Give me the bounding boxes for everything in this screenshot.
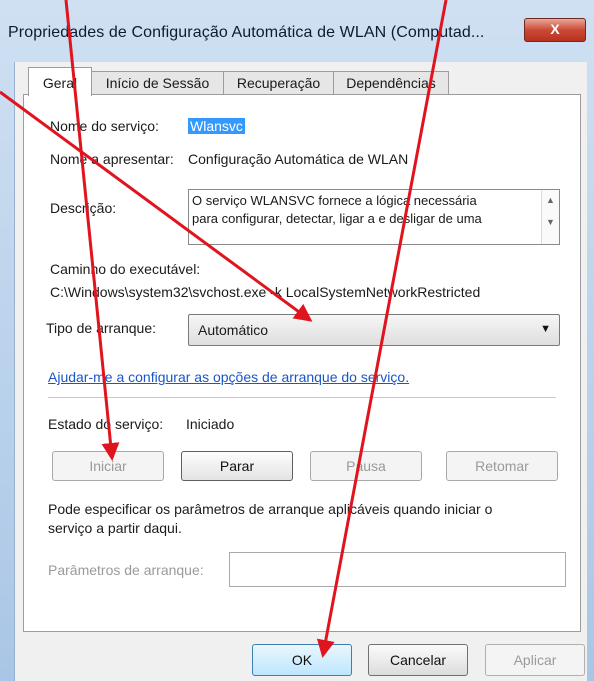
description-scrollbar[interactable]: ▲ ▼ [541, 190, 559, 244]
title-bar[interactable]: Propriedades de Configuração Automática … [0, 0, 594, 62]
service-name-label: Nome do serviço: [50, 118, 159, 134]
tab-dependencias[interactable]: Dependências [333, 71, 449, 95]
startup-help-link[interactable]: Ajudar-me a configurar as opções de arra… [48, 369, 409, 385]
description-textbox[interactable]: O serviço WLANSVC fornece a lógica neces… [188, 189, 560, 245]
close-icon: X [550, 21, 560, 37]
description-text: O serviço WLANSVC fornece a lógica neces… [192, 193, 482, 226]
apply-button[interactable]: Aplicar [485, 644, 585, 676]
startup-type-value: Automático [198, 322, 269, 338]
service-name-value[interactable]: Wlansvc [188, 118, 245, 134]
description-label: Descrição: [50, 200, 117, 216]
service-status-value: Iniciado [186, 416, 235, 432]
service-name-text: Wlansvc [188, 118, 245, 134]
params-label: Parâmetros de arranque: [48, 562, 204, 578]
start-button[interactable]: Iniciar [52, 451, 164, 481]
close-button[interactable]: X [524, 18, 586, 42]
start-params-input[interactable] [229, 552, 566, 587]
params-hint-text: Pode especificar os parâmetros de arranq… [48, 501, 493, 536]
startup-type-label: Tipo de arranque: [46, 320, 156, 336]
tab-geral[interactable]: Geral [28, 67, 92, 96]
cancel-button[interactable]: Cancelar [368, 644, 468, 676]
startup-type-select[interactable]: Automático ▼ [188, 314, 560, 346]
display-name-value[interactable]: Configuração Automática de WLAN [188, 151, 408, 167]
scroll-down-icon[interactable]: ▼ [542, 217, 559, 227]
tab-label: Geral [42, 75, 78, 91]
tab-recuperacao[interactable]: Recuperação [223, 71, 334, 95]
pause-button[interactable]: Pausa [310, 451, 422, 481]
exe-path-label: Caminho do executável: [50, 261, 201, 277]
tab-label: Início de Sessão [105, 75, 210, 91]
stop-button[interactable]: Parar [181, 451, 293, 481]
window-title: Propriedades de Configuração Automática … [8, 24, 485, 41]
dialog-window: Propriedades de Configuração Automática … [0, 0, 594, 681]
display-name-label: Nome a apresentar: [50, 151, 174, 167]
separator [48, 397, 556, 398]
exe-path-value[interactable]: C:\Windows\system32\svchost.exe -k Local… [50, 284, 480, 300]
tab-label: Recuperação [236, 75, 321, 91]
service-status-label: Estado do serviço: [48, 416, 164, 432]
tab-inicio-de-sessao[interactable]: Início de Sessão [91, 71, 224, 95]
ok-button[interactable]: OK [252, 644, 352, 676]
scroll-up-icon[interactable]: ▲ [542, 195, 559, 205]
chevron-down-icon: ▼ [540, 323, 551, 335]
tab-label: Dependências [346, 75, 436, 91]
resume-button[interactable]: Retomar [446, 451, 558, 481]
